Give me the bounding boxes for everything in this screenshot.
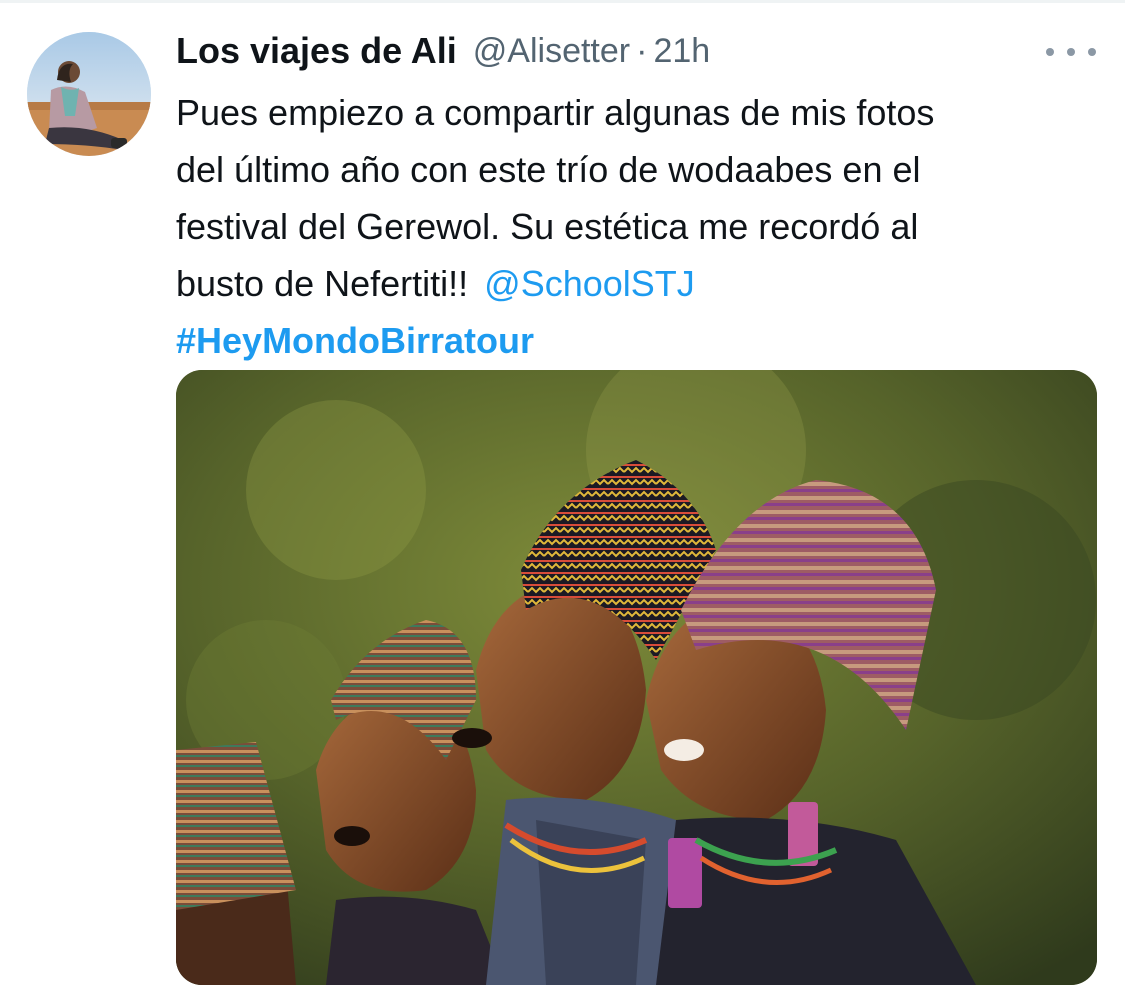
mention-link[interactable]: @SchoolSTJ [484, 263, 695, 304]
avatar-photo [27, 32, 151, 156]
author-display-name[interactable]: Los viajes de Ali [176, 30, 457, 72]
ellipsis-icon-dot [1088, 48, 1096, 56]
tweet-text-line: festival del Gerewol. Su estética me rec… [176, 206, 919, 247]
hashtag-link[interactable]: #HeyMondoBirratour [176, 312, 1096, 369]
tweet-text-line: Pues empiezo a compartir algunas de mis … [176, 92, 935, 133]
tweet-photo[interactable] [176, 370, 1097, 985]
tweet-text-line: del último año con este trío de wodaabes… [176, 149, 921, 190]
photo-image [176, 370, 1097, 985]
ellipsis-icon-dot [1067, 48, 1075, 56]
tweet-header: Los viajes de Ali @Alisetter · 21h [176, 26, 710, 76]
top-divider [0, 0, 1125, 3]
tweet-text-line: busto de Nefertiti!! [176, 263, 469, 304]
more-options-button[interactable] [1046, 38, 1096, 66]
header-separator: · [636, 31, 648, 70]
author-avatar[interactable] [27, 32, 151, 156]
tweet-text-line-with-mention: busto de Nefertiti!! @SchoolSTJ [176, 255, 1096, 312]
tweet-timestamp[interactable]: 21h [653, 32, 710, 71]
author-handle[interactable]: @Alisetter [473, 32, 630, 71]
tweet-text: Pues empiezo a compartir algunas de mis … [176, 84, 1096, 369]
ellipsis-icon [1046, 48, 1054, 56]
